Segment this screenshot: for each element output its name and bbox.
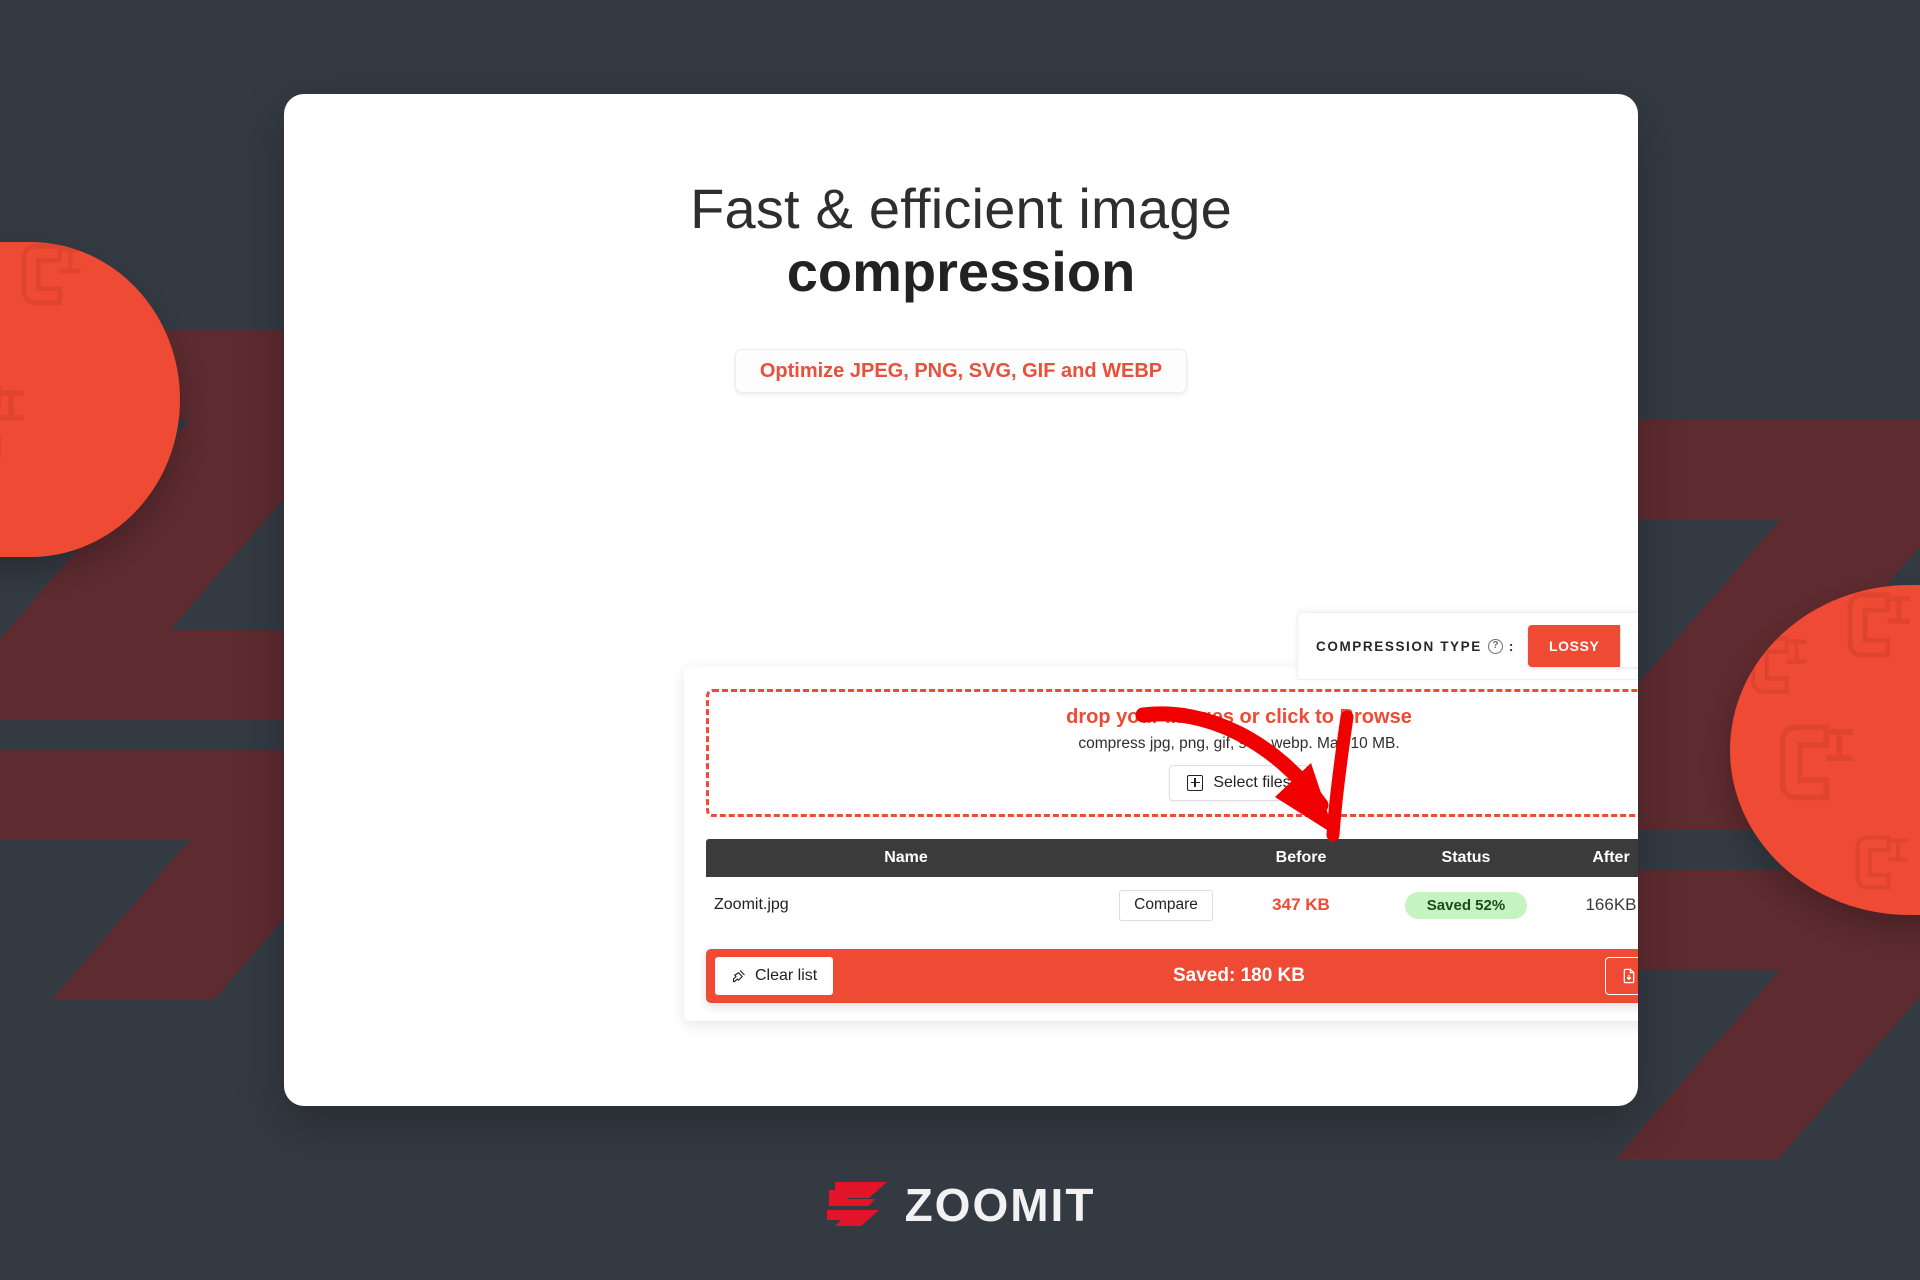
compression-type-segmented-control: LOSSY LOSSLESS CUSTOM xyxy=(1527,625,1638,667)
uploader-panel: drop your images or click to Browse comp… xyxy=(684,667,1638,1021)
table-row: Zoomit.jpg Compare 347 KB Saved 52% 166K… xyxy=(706,877,1638,933)
clamp-pattern-left xyxy=(0,242,180,557)
select-files-button[interactable]: Select files xyxy=(1169,764,1309,801)
panel-bottom-spacer xyxy=(706,1003,1638,1021)
uploader-widget: COMPRESSION TYPE ? : LOSSY LOSSLESS CUST… xyxy=(684,612,1638,1021)
zoomit-z-logo xyxy=(826,1182,887,1226)
cell-before: 347 KB xyxy=(1226,895,1376,915)
cell-status: Saved 52% xyxy=(1376,891,1556,919)
download-all-button[interactable]: Download All xyxy=(1605,957,1638,995)
cell-file-name: Zoomit.jpg xyxy=(714,896,789,913)
headline-line-2: compression xyxy=(786,239,1136,303)
help-circle-icon[interactable]: ? xyxy=(1487,638,1503,654)
page-title: Fast & efficient image compression xyxy=(284,94,1638,303)
plus-square-icon xyxy=(1187,774,1204,791)
column-header-before: Before xyxy=(1275,849,1327,866)
compression-type-panel: COMPRESSION TYPE ? : LOSSY LOSSLESS CUST… xyxy=(1297,612,1638,680)
compression-option-lossy[interactable]: LOSSY xyxy=(1527,625,1622,667)
file-download-icon xyxy=(1623,968,1635,984)
headline-line-1: Fast & efficient image xyxy=(690,177,1232,240)
before-size-value: 347 KB xyxy=(1272,895,1330,914)
clear-list-label: Clear list xyxy=(755,967,818,984)
dropzone-subtitle: compress jpg, png, gif, svg, webp. Max 1… xyxy=(1078,734,1400,752)
column-header-status: Status xyxy=(1441,849,1491,866)
compression-option-lossless[interactable]: LOSSLESS xyxy=(1621,625,1638,667)
orange-blob-right xyxy=(1730,585,1920,915)
cell-compare: Compare xyxy=(1106,889,1226,921)
bulk-action-bar: Clear list Saved: 180 KB Download All xyxy=(706,949,1638,1003)
saved-total-text: Saved: 180 KB xyxy=(1172,965,1305,986)
select-files-label: Select files xyxy=(1213,773,1291,791)
compression-type-text: COMPRESSION TYPE xyxy=(1316,638,1482,654)
clear-list-button[interactable]: Clear list xyxy=(715,957,834,995)
dropzone[interactable]: drop your images or click to Browse comp… xyxy=(706,689,1638,817)
dropzone-title: drop your images or click to Browse xyxy=(1066,705,1412,728)
column-header-after: After xyxy=(1592,849,1630,866)
broom-icon xyxy=(732,969,745,982)
after-size-value: 166KB xyxy=(1585,895,1637,914)
compression-type-colon: : xyxy=(1508,638,1515,654)
column-header-name: Name xyxy=(884,849,928,866)
status-badge: Saved 52% xyxy=(1404,891,1528,919)
cell-after: 166KB xyxy=(1556,895,1638,915)
app-card: Fast & efficient image compression Optim… xyxy=(284,94,1638,1106)
brand-name: ZOOMIT xyxy=(904,1179,1096,1231)
brand-footer: ZOOMIT xyxy=(0,1178,1920,1232)
compare-button[interactable]: Compare xyxy=(1119,889,1213,921)
file-list-table: Name Before Status After Action Zoomit.j… xyxy=(706,839,1638,933)
clamp-pattern-right xyxy=(1730,585,1920,915)
format-support-badge: Optimize JPEG, PNG, SVG, GIF and WEBP xyxy=(735,349,1187,394)
compression-type-label: COMPRESSION TYPE ? : xyxy=(1316,638,1515,654)
table-header-row: Name Before Status After Action xyxy=(706,839,1638,877)
orange-blob-left xyxy=(0,242,180,557)
format-support-text: Optimize JPEG, PNG, SVG, GIF and WEBP xyxy=(759,359,1163,382)
